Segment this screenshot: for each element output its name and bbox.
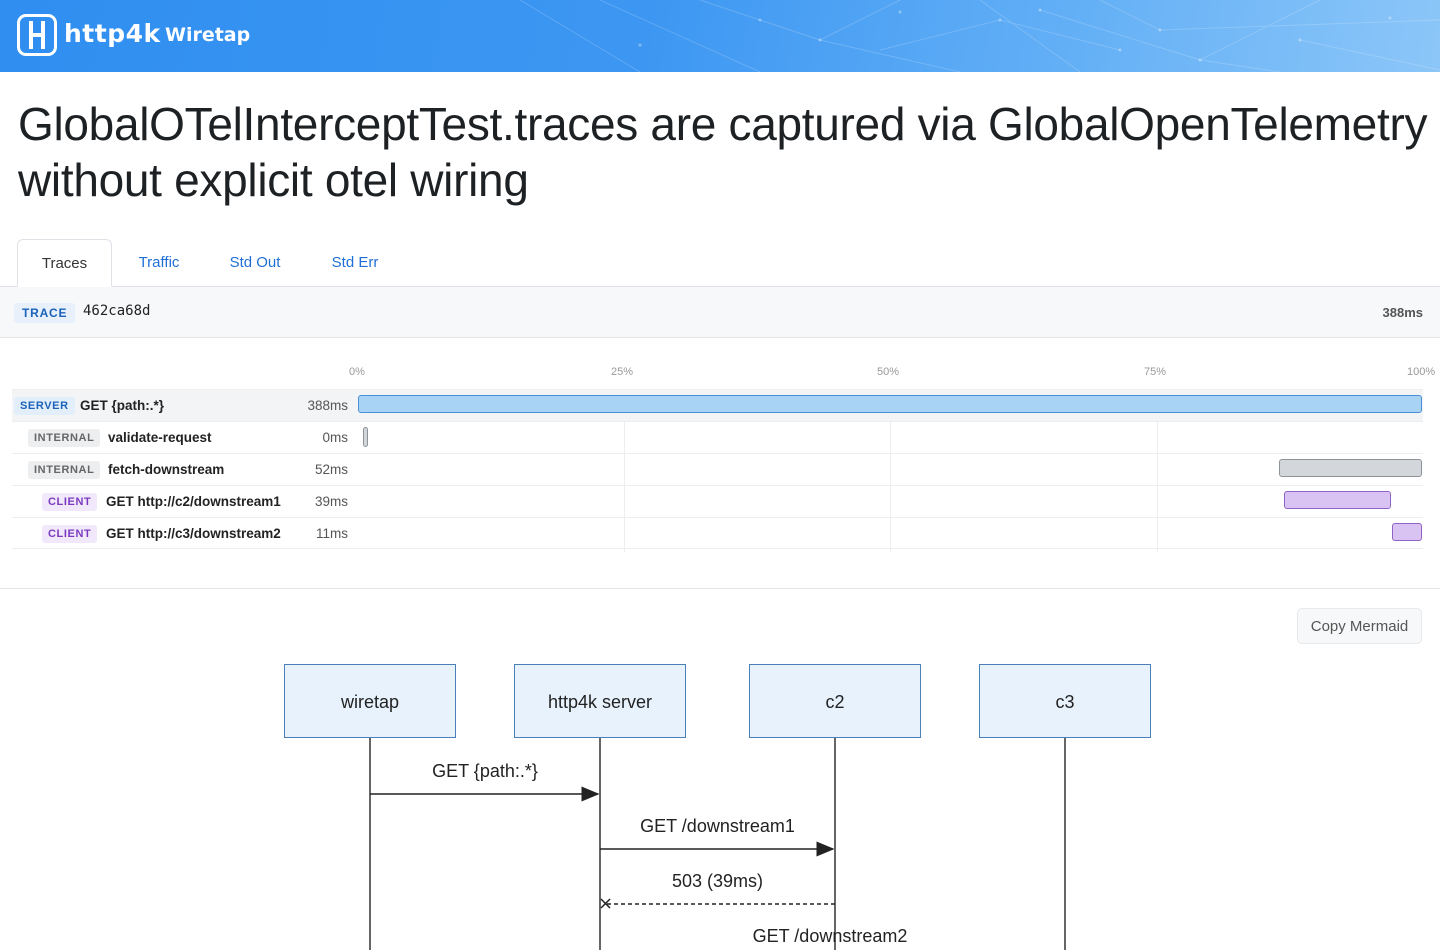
- message-label: 503 (39ms): [671, 871, 764, 891]
- page-title: GlobalOTelInterceptTest.traces are captu…: [18, 98, 1428, 206]
- span-kind-badge: SERVER: [14, 397, 75, 415]
- axis-label-25: 25%: [611, 366, 634, 378]
- tab-std-out[interactable]: Std Out: [213, 239, 297, 287]
- trace-badge: TRACE: [14, 303, 76, 323]
- span-kind-badge: CLIENT: [42, 525, 98, 543]
- span-duration: 388ms: [307, 398, 348, 413]
- span-bar[interactable]: [1392, 523, 1422, 541]
- tab-traces[interactable]: Traces: [17, 239, 112, 287]
- span-kind-badge: INTERNAL: [28, 461, 101, 479]
- brand-name[interactable]: http4k: [64, 19, 161, 48]
- span-row[interactable]: CLIENT GET http://c3/downstream2 11ms: [12, 517, 1423, 549]
- span-duration: 52ms: [314, 462, 348, 477]
- trace-timeline: 0% 25% 50% 75% 100% SERVER GET {path:.*}…: [0, 340, 1440, 560]
- span-kind-badge: CLIENT: [42, 493, 98, 511]
- sequence-lines: [369, 738, 1066, 950]
- top-bar: http4k Wiretap: [0, 0, 1440, 72]
- span-bar[interactable]: [1283, 491, 1392, 509]
- trace-id: 462ca68d: [83, 303, 151, 319]
- axis-label-75: 75%: [1144, 366, 1167, 378]
- axis-label-0: 0%: [349, 366, 365, 378]
- span-name: GET http://c2/downstream1: [106, 494, 281, 509]
- app-subtitle: Wiretap: [165, 24, 251, 46]
- span-duration: 11ms: [315, 526, 348, 541]
- span-name: validate-request: [108, 430, 212, 445]
- actor-wiretap: wiretap: [284, 664, 456, 738]
- axis-label-50: 50%: [877, 366, 900, 378]
- span-bar[interactable]: [358, 395, 1422, 413]
- span-row[interactable]: CLIENT GET http://c2/downstream1 39ms: [12, 485, 1423, 517]
- section-divider: [0, 588, 1440, 589]
- tab-traffic[interactable]: Traffic: [119, 239, 199, 287]
- copy-mermaid-button[interactable]: Copy Mermaid: [1297, 608, 1422, 644]
- span-name: GET {path:.*}: [80, 398, 165, 413]
- trace-total-duration: 388ms: [1382, 305, 1423, 320]
- span-duration: 39ms: [314, 494, 348, 509]
- axis-label-100: 100%: [1407, 366, 1436, 378]
- span-name: GET http://c3/downstream2: [106, 526, 281, 541]
- span-bar[interactable]: [363, 427, 369, 447]
- message-label: GET {path:.*}: [432, 761, 538, 781]
- actor-http4k-server: http4k server: [514, 664, 686, 738]
- message-label: GET /downstream1: [640, 816, 795, 836]
- span-name: fetch-downstream: [108, 462, 225, 477]
- span-kind-badge: INTERNAL: [28, 429, 101, 447]
- span-duration: 0ms: [322, 430, 348, 445]
- tab-std-err[interactable]: Std Err: [315, 239, 395, 287]
- span-row[interactable]: INTERNAL fetch-downstream 52ms: [12, 453, 1423, 485]
- actor-c3: c3: [979, 664, 1151, 738]
- message-label: GET /downstream2: [752, 926, 908, 946]
- span-row[interactable]: INTERNAL validate-request 0ms: [12, 421, 1423, 453]
- trace-header: TRACE 462ca68d 388ms: [0, 287, 1440, 338]
- span-bar[interactable]: [1279, 459, 1422, 477]
- actor-c2: c2: [749, 664, 921, 738]
- http4k-logo-icon[interactable]: [17, 14, 57, 56]
